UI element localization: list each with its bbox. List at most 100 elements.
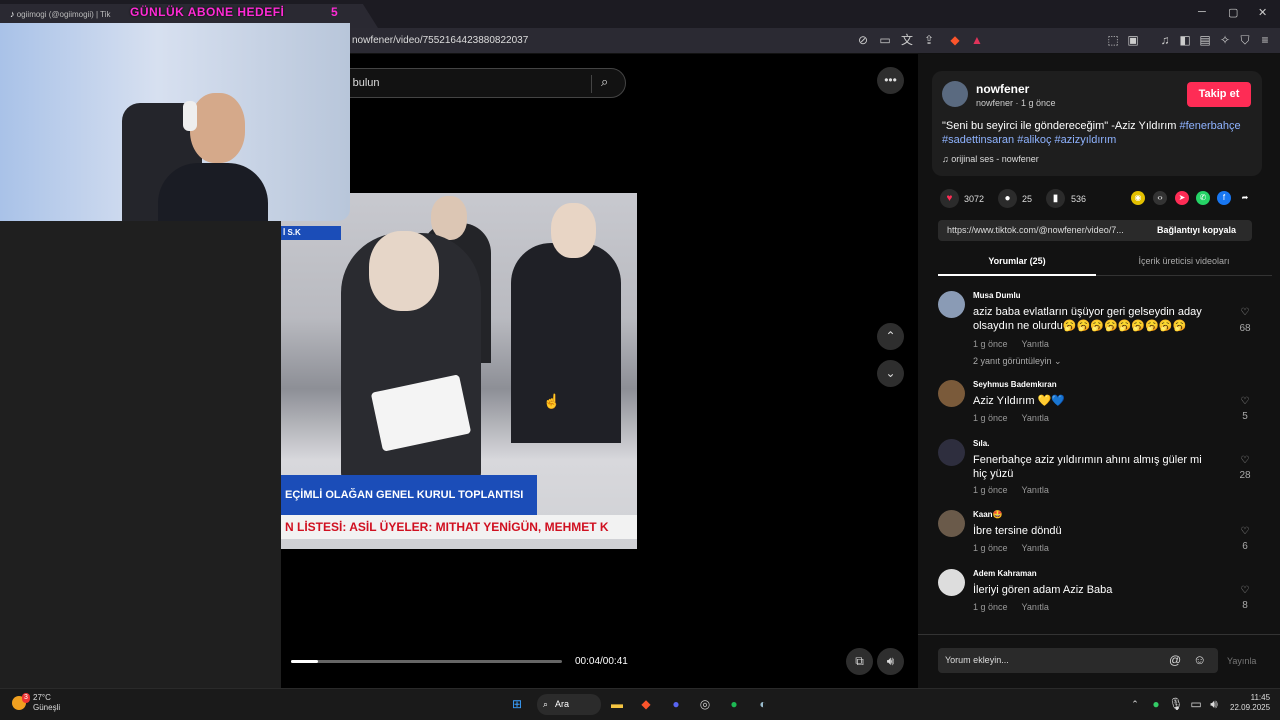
embed-icon[interactable]: ‹› [1153,191,1167,205]
music-line[interactable]: ♫ orijinal ses - nowfener [942,154,1039,164]
comment-like-icon[interactable]: ♡ [1233,307,1257,318]
video-progress-fill [291,660,319,663]
video-time: 00:04/00:41 [575,656,628,667]
pip-button[interactable]: ⧉ [846,648,873,675]
hashtag[interactable]: #alikoç [1017,134,1051,146]
share-arrow-icon[interactable]: ➦ [1238,191,1252,205]
comment-meta: 1 g önce Yanıtla [973,413,1049,423]
comment-meta: 1 g önce Yanıtla [973,339,1049,349]
previous-video-button[interactable]: ⌃ [877,323,904,350]
reply-button[interactable]: Yanıtla [1022,339,1049,349]
music-note-icon: ♫ [942,154,952,164]
no-tracking-icon[interactable]: ⊘ [856,33,870,47]
comment-input[interactable]: Yorum ekleyin... @ ☺ [938,648,1218,673]
spotify-icon[interactable]: ● [724,694,744,714]
follow-button[interactable]: Takip et [1187,82,1251,107]
steam-overlay-icon[interactable]: ◎ [695,694,715,714]
clock[interactable]: 11:45 22.09.2025 [1230,693,1270,713]
windows-start-icon[interactable]: ⊞ [507,694,527,714]
whatsapp-icon[interactable]: ✆ [1196,191,1210,205]
brave-rewards-icon[interactable]: ▲ [970,33,984,47]
comment-meta: 1 g önce Yanıtla [973,602,1049,612]
search-icon[interactable]: ⌕ [601,74,608,90]
link-box[interactable]: https://www.tiktok.com/@nowfener/video/7… [938,220,1252,241]
reply-button[interactable]: Yanıtla [1022,602,1049,612]
share-icon[interactable]: ⇪ [922,33,936,47]
brave-browser-icon[interactable]: ◆ [636,694,656,714]
author-avatar[interactable] [942,81,968,107]
leo-ai-icon[interactable]: ✧ [1218,33,1232,47]
tray-app-icon[interactable]: ● [1146,694,1166,714]
microphone-icon[interactable]: 🎙︎ [1166,694,1186,714]
network-icon[interactable]: ▭ [1186,694,1206,714]
publish-button[interactable]: Yayınla [1227,656,1256,666]
commenter-avatar[interactable] [938,439,965,466]
comment-like-count: 6 [1242,541,1248,552]
sidebar-icon[interactable]: ◧ [1178,33,1192,47]
maximize-button[interactable]: ▢ [1228,6,1238,19]
vpn-icon[interactable]: ⛉ [1238,33,1252,47]
tab-comments[interactable]: Yorumlar (25) [938,256,1096,266]
video-progress-bar[interactable] [291,660,562,663]
author-username[interactable]: nowfener [976,82,1029,96]
volume-button[interactable]: 🔊︎ [877,648,904,675]
close-button[interactable]: ✕ [1258,6,1267,19]
send-icon[interactable]: ➤ [1175,191,1189,205]
facebook-icon[interactable]: f [1217,191,1231,205]
taskbar-search[interactable]: ⌕ Ara [537,694,601,715]
comment-like-icon[interactable]: ♡ [1233,455,1257,466]
bookmark-icon[interactable]: ▮ [1046,189,1065,208]
comment-like-count: 68 [1239,323,1251,334]
commenter-name[interactable]: Musa Dumlu [973,291,1021,300]
file-explorer-icon[interactable]: ▬ [607,694,627,714]
commenter-name[interactable]: Sıla. [973,439,989,448]
comment-like-icon[interactable]: ♡ [1233,396,1257,407]
commenter-name[interactable]: Seyhmus Bademkıran [973,380,1057,389]
copy-link-button[interactable]: Bağlantıyı kopyala [1157,225,1236,235]
hashtag[interactable]: #fenerbahçe [1179,120,1240,132]
commenter-name[interactable]: Adem Kahraman [973,569,1037,578]
discord-icon[interactable]: ● [666,694,686,714]
comment-text: aziz baba evlatların üşüyor geri gelseyd… [973,306,1202,332]
coin-icon[interactable]: ◉ [1131,191,1145,205]
screenshot-icon[interactable]: ▣ [1126,33,1140,47]
comment-meta: 1 g önce Yanıtla [973,543,1049,553]
commenter-avatar[interactable] [938,510,965,537]
steam-icon[interactable]: ◐ [753,694,773,714]
comment-count: 25 [1022,194,1033,204]
comment-like-icon[interactable]: ♡ [1233,526,1257,537]
hashtag[interactable]: #sadettinsaran [942,134,1014,146]
tray-chevron-icon[interactable]: ⌃ [1125,694,1145,714]
emoji-icon[interactable]: ☺ [1193,652,1206,667]
wallet-icon[interactable]: ▤ [1198,33,1212,47]
reply-button[interactable]: Yanıtla [1022,543,1049,553]
hand-cursor-icon: ☝ [543,393,561,409]
reply-button[interactable]: Yanıtla [1022,413,1049,423]
hashtag[interactable]: #azizyıldırım [1055,134,1117,146]
mention-icon[interactable]: @ [1169,653,1181,667]
commenter-avatar[interactable] [938,380,965,407]
menu-icon[interactable]: ≡ [1258,33,1272,47]
media-icon[interactable]: ♫ [1158,33,1172,47]
video-player[interactable]: İ S.K EÇİMLİ OLAĞAN GENEL KURUL TOPLANTI… [281,193,637,549]
commenter-avatar[interactable] [938,291,965,318]
comment-text: İbre tersine döndü [973,525,1062,537]
comment-item: Sıla. Fenerbahçe aziz yıldırımın ahını a… [938,439,1258,499]
view-replies-button[interactable]: 2 yanıt görüntüleyin ⌄ [973,356,1062,367]
comment-icon[interactable]: ● [998,189,1017,208]
minimize-button[interactable]: ─ [1198,6,1206,18]
translate-icon[interactable]: 文 [900,33,914,47]
extensions-icon[interactable]: ⬚ [1106,33,1120,47]
more-options-button[interactable]: ••• [877,67,904,94]
next-video-button[interactable]: ⌄ [877,360,904,387]
commenter-name[interactable]: Kaan🤩 [973,510,1003,519]
speaker-icon[interactable]: 🔊︎ [1204,694,1224,714]
reply-button[interactable]: Yanıtla [1022,485,1049,495]
cast-icon[interactable]: ▭ [878,33,892,47]
commenter-avatar[interactable] [938,569,965,596]
tab-creator-videos[interactable]: İçerik üreticisi videoları [1114,256,1254,266]
like-icon[interactable]: ♥ [940,189,959,208]
brave-shield-icon[interactable]: ◆ [948,33,962,47]
address-field[interactable]: nowfener/video/7552164423880822037 [352,35,528,46]
comment-like-icon[interactable]: ♡ [1233,585,1257,596]
